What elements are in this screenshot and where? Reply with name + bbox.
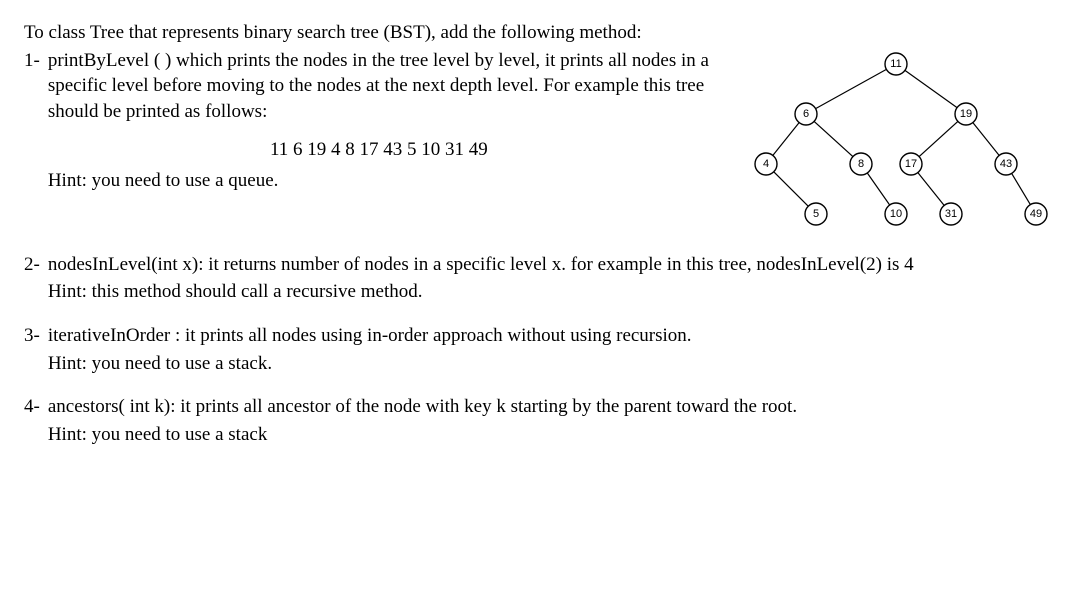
tree-node-label-4: 4: [763, 158, 769, 170]
tree-edge: [918, 172, 944, 205]
item-1-hint: Hint: you need to use a queue.: [48, 168, 710, 194]
tree-node-label-5: 5: [813, 208, 819, 220]
item-4: 4- ancestors( int k): it prints all ance…: [24, 394, 1056, 447]
tree-node-label-17: 17: [905, 158, 917, 170]
item-1-num: 1-: [24, 48, 40, 234]
tree-node-label-8: 8: [858, 158, 864, 170]
tree-node-label-11: 11: [890, 58, 901, 70]
tree-edge: [867, 173, 889, 205]
tree-node-label-43: 43: [1000, 158, 1012, 170]
bst-tree-diagram: 11 6 19 4 8 17 43 5 10 31 49: [726, 44, 1056, 234]
tree-node-label-31: 31: [945, 208, 957, 220]
item-4-num: 4-: [24, 394, 40, 447]
tree-node-label-49: 49: [1030, 208, 1042, 220]
item-3-num: 3-: [24, 323, 40, 376]
item-1: 1- printByLevel ( ) which prints the nod…: [24, 48, 1056, 234]
item-4-hint: Hint: you need to use a stack: [48, 422, 1056, 448]
item-2-num: 2-: [24, 252, 40, 305]
tree-node-label-6: 6: [803, 108, 809, 120]
item-2-hint: Hint: this method should call a recursiv…: [48, 279, 1056, 305]
item-4-text: ancestors( int k): it prints all ancesto…: [48, 394, 1056, 420]
item-3-text: iterativeInOrder : it prints all nodes u…: [48, 323, 1056, 349]
item-1-output: 11 6 19 4 8 17 43 5 10 31 49: [48, 137, 710, 163]
tree-edge: [814, 121, 853, 156]
tree-edge: [973, 122, 999, 155]
item-3-hint: Hint: you need to use a stack.: [48, 351, 1056, 377]
tree-edge: [1012, 173, 1031, 204]
tree-edge: [816, 69, 887, 108]
item-3: 3- iterativeInOrder : it prints all node…: [24, 323, 1056, 376]
tree-node-label-10: 10: [890, 208, 902, 220]
intro-text: To class Tree that represents binary sea…: [24, 20, 1056, 46]
tree-edge: [905, 70, 957, 107]
tree-node-label-19: 19: [960, 108, 972, 120]
tree-edge: [919, 121, 958, 156]
item-2: 2- nodesInLevel(int x): it returns numbe…: [24, 252, 1056, 305]
item-2-text: nodesInLevel(int x): it returns number o…: [48, 252, 1056, 278]
tree-edge: [773, 122, 799, 155]
item-1-text: printByLevel ( ) which prints the nodes …: [48, 48, 710, 125]
tree-edge: [774, 171, 808, 205]
